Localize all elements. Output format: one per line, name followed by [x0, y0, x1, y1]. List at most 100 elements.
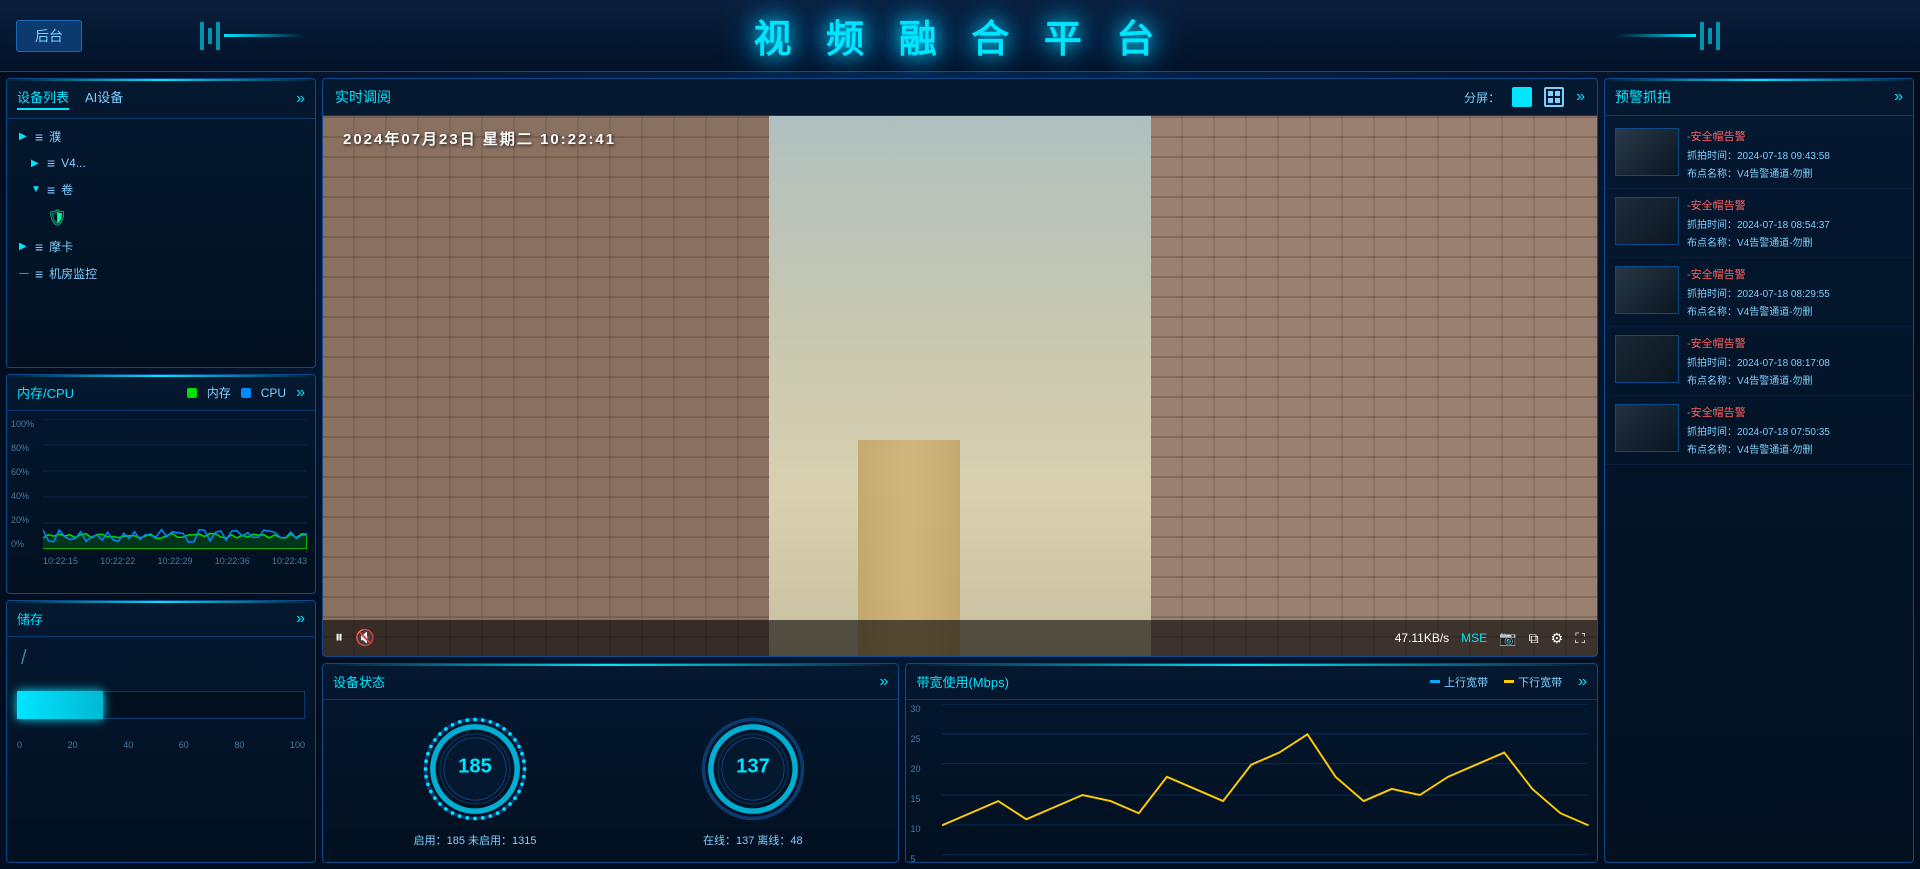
bw-y-5: 5: [910, 854, 920, 864]
alert-thumb-image-2: [1616, 267, 1678, 313]
alert-thumb-image-4: [1616, 405, 1678, 451]
deco-bar-4: [1700, 22, 1704, 50]
gauge2-wrap: 137 在线：137 离线：48: [698, 714, 808, 848]
cpu-title: 内存/CPU: [17, 383, 74, 402]
video-timestamp: 2024年07月23日 星期二 10:22:41: [343, 128, 616, 149]
device-icon-1: ≡: [35, 129, 43, 145]
video-expand-btn[interactable]: »: [1576, 88, 1585, 106]
device-icon-3: ≡: [47, 182, 55, 198]
device-status-expand-btn[interactable]: »: [880, 673, 889, 691]
cpu-legend-dot: [241, 388, 251, 398]
gauge1-value: 185: [458, 756, 492, 778]
bottom-row: 设备状态 »: [322, 663, 1598, 863]
device-item-6[interactable]: — ≡ 机房监控: [7, 260, 315, 287]
alert-thumb-image-1: [1616, 198, 1678, 244]
y-label-80: 80%: [11, 443, 34, 453]
storage-bar-container: [17, 680, 305, 730]
alert-type-3: -安全帽告警: [1687, 335, 1903, 351]
device-name-2: V4...: [61, 156, 303, 170]
tab-ai-device[interactable]: AI设备: [85, 87, 123, 110]
copy-btn[interactable]: ⧉: [1529, 630, 1539, 647]
storage-x-20: 20: [68, 740, 78, 750]
device-list-items: ▶ ≡ 濮 ▶ ≡ V4... ▼ ≡ 卷 🛡 ▶ ≡ 摩卡 — ≡ 机房监控: [7, 123, 315, 287]
gauge2-svg: 137: [698, 714, 808, 824]
alert-thumb-4: [1615, 404, 1679, 452]
y-label-0: 0%: [11, 539, 34, 549]
device-status-panel: 设备状态 »: [322, 663, 899, 863]
content-row: 设备列表 AI设备 » ▶ ≡ 濮 ▶ ≡ V4... ▼ ≡ 卷 🛡 ▶ ≡: [0, 72, 1920, 869]
deco-bar-6: [1716, 22, 1720, 50]
gauge1: 185: [420, 714, 530, 824]
alert-item-1[interactable]: -安全帽告警 抓拍时间：2024-07-18 08:54:37 布点名称：V4告…: [1605, 189, 1913, 258]
device-icon-2: ≡: [47, 155, 55, 171]
camera-view: 2024年07月23日 星期二 10:22:41 工：岗 22:4: [323, 116, 1597, 656]
bw-legend-down: 下行宽带: [1504, 674, 1562, 690]
video-title: 实时调阅: [335, 87, 391, 107]
settings-btn[interactable]: ⚙: [1551, 630, 1564, 647]
device-tabs: 设备列表 AI设备: [17, 87, 123, 110]
alert-item-2[interactable]: -安全帽告警 抓拍时间：2024-07-18 08:29:55 布点名称：V4告…: [1605, 258, 1913, 327]
storage-expand-btn[interactable]: »: [296, 610, 305, 628]
y-label-20: 20%: [11, 515, 34, 525]
storage-x-60: 60: [179, 740, 189, 750]
cpu-chart-area: 100% 80% 60% 40% 20% 0%: [7, 411, 315, 571]
cpu-x-labels: 10:22:15 10:22:22 10:22:29 10:22:36 10:2…: [43, 556, 307, 566]
tree-arrow-3: ▼: [31, 184, 41, 195]
deco-line-left: [224, 34, 304, 37]
center-panel: 实时调阅 分屏： »: [322, 78, 1598, 863]
pause-button[interactable]: ⏸: [335, 629, 343, 647]
fullscreen-btn[interactable]: ⛶: [1575, 630, 1585, 647]
bw-legend-up: 上行宽带: [1430, 674, 1488, 690]
alert-location-3: 布点名称：V4告警通道-勿删: [1687, 372, 1903, 387]
alert-thumb-image-0: [1616, 129, 1678, 175]
bw-up-dot: [1430, 680, 1440, 683]
alert-expand-btn[interactable]: »: [1894, 88, 1903, 106]
alert-thumb-3: [1615, 335, 1679, 383]
screenshot-btn[interactable]: 📷: [1499, 630, 1516, 647]
left-panel: 设备列表 AI设备 » ▶ ≡ 濮 ▶ ≡ V4... ▼ ≡ 卷 🛡 ▶ ≡: [6, 78, 316, 863]
shield-icon: 🛡: [47, 208, 67, 228]
mute-button[interactable]: 🔇: [355, 628, 375, 648]
split-label: 分屏：: [1464, 89, 1500, 106]
storage-x-40: 40: [123, 740, 133, 750]
tab-device-list[interactable]: 设备列表: [17, 87, 69, 110]
device-expand-btn[interactable]: »: [296, 90, 305, 108]
device-item-5[interactable]: ▶ ≡ 摩卡: [7, 233, 315, 260]
deco-line-right: [1616, 34, 1696, 37]
alert-thumb-image-3: [1616, 336, 1678, 382]
video-header: 实时调阅 分屏： »: [323, 79, 1597, 116]
alert-location-2: 布点名称：V4告警通道-勿删: [1687, 303, 1903, 318]
cpu-legend: 内存 CPU »: [187, 384, 305, 402]
device-item-1[interactable]: ▶ ≡ 濮: [7, 123, 315, 150]
gauge2-label: 在线：137 离线：48: [703, 832, 803, 848]
bw-title: 带宽使用(Mbps): [916, 672, 1008, 691]
split-grid-btn[interactable]: [1544, 87, 1564, 107]
video-bottom-label: 工：岗 22:4: [1402, 591, 1477, 612]
device-icon-6: ≡: [35, 266, 43, 282]
bw-up-label: 上行宽带: [1444, 674, 1488, 690]
bw-y-15: 15: [910, 794, 920, 804]
alert-item-4[interactable]: -安全帽告警 抓拍时间：2024-07-18 07:50:35 布点名称：V4告…: [1605, 396, 1913, 465]
split-single-btn[interactable]: [1512, 87, 1532, 107]
video-codec: MSE: [1461, 631, 1487, 645]
alert-type-0: -安全帽告警: [1687, 128, 1903, 144]
cpu-expand-btn[interactable]: »: [296, 384, 305, 402]
alert-time-1: 抓拍时间：2024-07-18 08:54:37: [1687, 216, 1903, 231]
device-item-3[interactable]: ▼ ≡ 卷: [7, 176, 315, 203]
bw-expand-btn[interactable]: »: [1578, 673, 1587, 691]
x-label-3: 10:22:36: [215, 556, 250, 566]
alert-location-4: 布点名称：V4告警通道-勿删: [1687, 441, 1903, 456]
bw-down-label: 下行宽带: [1518, 674, 1562, 690]
alert-item-3[interactable]: -安全帽告警 抓拍时间：2024-07-18 08:17:08 布点名称：V4告…: [1605, 327, 1913, 396]
alert-thumb-0: [1615, 128, 1679, 176]
device-item-2[interactable]: ▶ ≡ V4...: [7, 150, 315, 176]
back-button[interactable]: 后台: [16, 20, 82, 52]
device-list-header: 设备列表 AI设备 »: [7, 79, 315, 119]
alert-item-0[interactable]: -安全帽告警 抓拍时间：2024-07-18 09:43:58 布点名称：V4告…: [1605, 120, 1913, 189]
device-item-4[interactable]: 🛡: [7, 203, 315, 233]
alert-location-0: 布点名称：V4告警通道-勿删: [1687, 165, 1903, 180]
video-panel: 实时调阅 分屏： »: [322, 78, 1598, 657]
memory-legend-dot: [187, 388, 197, 398]
storage-chart: / 0 20 40 60 80 100: [7, 637, 315, 760]
grid-cell-1: [1548, 91, 1553, 96]
